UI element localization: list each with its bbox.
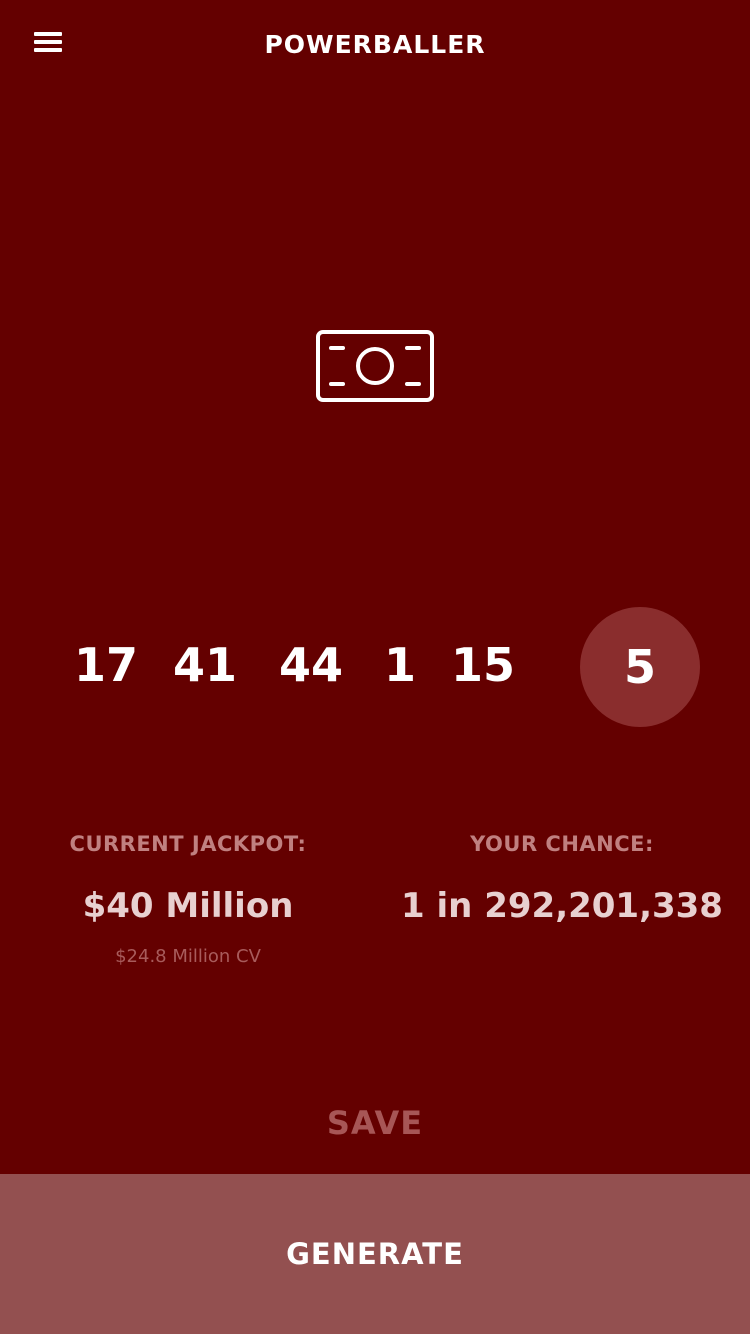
- jackpot-label: CURRENT JACKPOT:: [69, 832, 307, 856]
- powerball-number: 5: [580, 607, 700, 727]
- generate-button[interactable]: GENERATE: [0, 1174, 750, 1334]
- chance-label: YOUR CHANCE:: [470, 832, 654, 856]
- save-button[interactable]: SAVE: [275, 1098, 475, 1148]
- white-ball-number: 41: [172, 638, 237, 692]
- money-bill-icon: [316, 330, 434, 402]
- jackpot-cash-value: $24.8 Million CV: [115, 946, 261, 967]
- jackpot-value: $40 Million: [82, 886, 294, 926]
- white-ball-number: 44: [278, 638, 343, 692]
- chance-value: 1 in 292,201,338: [401, 886, 723, 926]
- white-ball-number: 17: [73, 638, 138, 692]
- white-ball-number: 15: [450, 638, 515, 692]
- app-title: POWERBALLER: [264, 30, 486, 59]
- generate-button-label: GENERATE: [286, 1237, 464, 1271]
